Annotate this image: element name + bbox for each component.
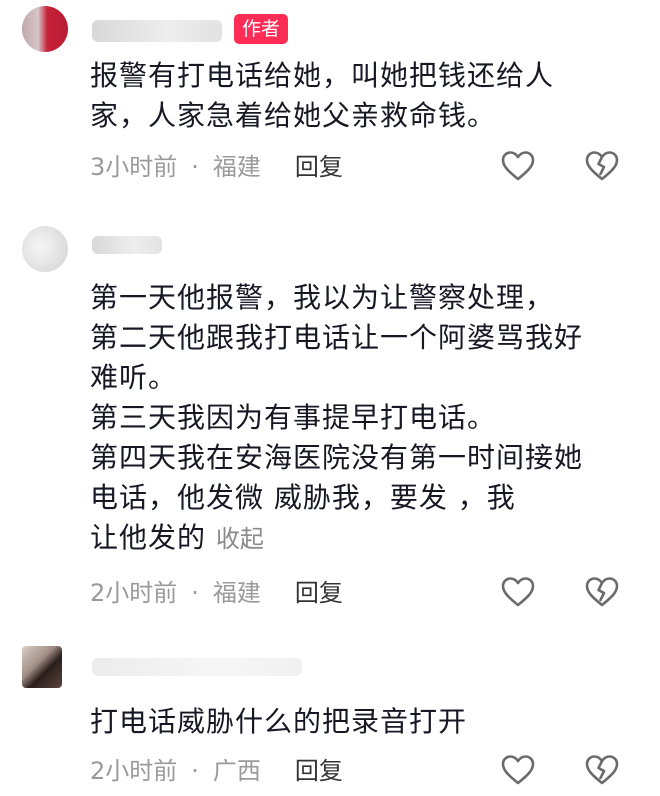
comment-line-text: 让他发的 [90,521,207,554]
broken-heart-outline-icon [585,577,619,607]
location: 福建 [212,153,261,181]
like-button[interactable] [498,572,538,612]
comment-line: 第一天他报警，我以为让警察处理， [90,281,555,314]
comment-text: 打电话威胁什么的把录音打开 [90,702,638,742]
comment-meta: 2小时前 · 广西 回复 [90,756,343,786]
comment-line: 电话，他发微 威胁我，要发 ，我 [90,481,516,514]
location: 广西 [212,757,261,785]
avatar[interactable] [22,6,68,52]
comment-line: 第四天我在安海医院没有第一时间接她 [90,441,584,474]
separator: · [191,757,199,785]
username-blurred[interactable] [92,236,162,254]
comment-text: 报警有打电话给她，叫她把钱还给人 家，人家急着给她父亲救命钱。 [90,56,638,136]
like-button[interactable] [498,146,538,186]
comment-text: 第一天他报警，我以为让警察处理， 第二天他跟我打电话让一个阿婆骂我好 难听。 第… [90,278,638,559]
comment-line: 打电话威胁什么的把录音打开 [90,705,468,738]
avatar[interactable] [22,646,62,688]
separator: · [191,153,199,181]
comment-line: 第三天我因为有事提早打电话。 [90,401,497,434]
dislike-button[interactable] [582,146,622,186]
heart-outline-icon [501,151,535,181]
reply-button[interactable]: 回复 [295,578,343,608]
heart-outline-icon [501,577,535,607]
comment-line: 难听。 [90,361,178,394]
broken-heart-outline-icon [585,151,619,181]
dislike-button[interactable] [582,750,622,790]
timestamp: 2小时前 [90,579,178,607]
comment-line: 第二天他跟我打电话让一个阿婆骂我好 [90,321,584,354]
dislike-button[interactable] [582,572,622,612]
like-button[interactable] [498,750,538,790]
comment-meta: 2小时前 · 福建 回复 [90,578,343,608]
avatar[interactable] [22,226,68,272]
username-blurred[interactable] [92,20,222,42]
author-badge: 作者 [234,14,289,44]
timestamp: 2小时前 [90,757,178,785]
separator: · [191,579,199,607]
reply-button[interactable]: 回复 [295,152,343,182]
location: 福建 [212,579,261,607]
reply-button[interactable]: 回复 [295,756,343,786]
comment-meta: 3小时前 · 福建 回复 [90,152,343,182]
broken-heart-outline-icon [585,755,619,785]
username-blurred[interactable] [92,658,302,676]
comment-line-last: 让他发的 收起 [90,518,638,559]
comment-line: 家，人家急着给她父亲救命钱。 [90,99,497,132]
collapse-button[interactable]: 收起 [216,525,264,553]
timestamp: 3小时前 [90,153,178,181]
heart-outline-icon [501,755,535,785]
comment-line: 报警有打电话给她，叫她把钱还给人 [90,59,555,92]
